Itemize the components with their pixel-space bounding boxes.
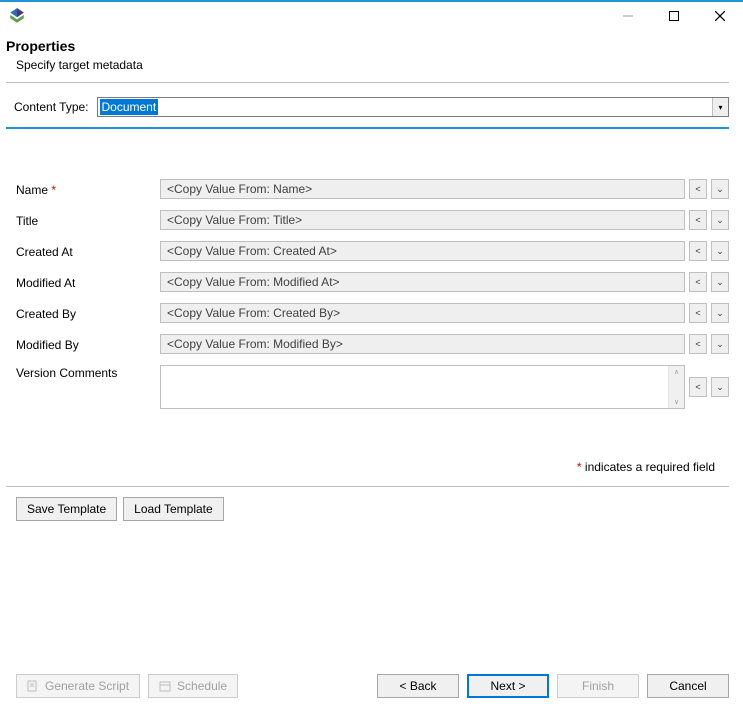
field-row: Created By <Copy Value From: Created By>… xyxy=(16,303,729,323)
dropdown-button[interactable]: ⌄ xyxy=(711,377,729,397)
field-value-input[interactable]: <Copy Value From: Modified At> xyxy=(160,272,685,292)
page-subtitle: Specify target metadata xyxy=(6,58,729,82)
field-row: Created At <Copy Value From: Created At>… xyxy=(16,241,729,261)
back-button[interactable]: < Back xyxy=(377,674,459,698)
divider xyxy=(6,486,729,487)
dropdown-button[interactable]: ⌄ xyxy=(711,272,729,292)
generate-script-button: Generate Script xyxy=(16,674,140,698)
calendar-icon xyxy=(159,680,171,692)
field-label: Modified At xyxy=(16,275,156,290)
chevron-down-icon: ▾ xyxy=(712,98,728,116)
dropdown-button[interactable]: ⌄ xyxy=(711,241,729,261)
field-row: Modified By <Copy Value From: Modified B… xyxy=(16,334,729,354)
version-comments-textarea[interactable]: ∧∨ xyxy=(160,365,685,409)
content-type-label: Content Type: xyxy=(6,100,89,114)
required-field-note: * indicates a required field xyxy=(6,420,729,474)
field-label: Title xyxy=(16,213,156,228)
close-button[interactable] xyxy=(697,2,743,30)
app-icon xyxy=(8,7,26,25)
field-value-input[interactable]: <Copy Value From: Modified By> xyxy=(160,334,685,354)
content-type-selected-value: Document xyxy=(100,99,159,115)
cancel-button[interactable]: Cancel xyxy=(647,674,729,698)
field-row: Name * <Copy Value From: Name><⌄ xyxy=(16,179,729,199)
field-label: Created At xyxy=(16,244,156,259)
maximize-button[interactable] xyxy=(651,2,697,30)
dropdown-button[interactable]: ⌄ xyxy=(711,179,729,199)
assign-button[interactable]: < xyxy=(689,334,707,354)
save-template-button[interactable]: Save Template xyxy=(16,497,117,521)
assign-button[interactable]: < xyxy=(689,303,707,323)
title-bar xyxy=(0,0,743,30)
field-row: Version Comments ∧∨<⌄ xyxy=(16,365,729,409)
page-title: Properties xyxy=(6,36,729,58)
content-type-select[interactable]: Document ▾ xyxy=(97,97,730,117)
assign-button[interactable]: < xyxy=(689,210,707,230)
divider xyxy=(6,82,729,83)
schedule-button: Schedule xyxy=(148,674,238,698)
wizard-nav: Generate Script Schedule < Back Next > F… xyxy=(0,674,743,698)
field-label: Version Comments xyxy=(16,365,156,380)
field-label: Name * xyxy=(16,182,156,197)
scrollbar[interactable]: ∧∨ xyxy=(668,366,684,408)
script-icon xyxy=(27,680,39,692)
field-label: Created By xyxy=(16,306,156,321)
assign-button[interactable]: < xyxy=(689,179,707,199)
dropdown-button[interactable]: ⌄ xyxy=(711,334,729,354)
load-template-button[interactable]: Load Template xyxy=(123,497,224,521)
assign-button[interactable]: < xyxy=(689,377,707,397)
field-value-input[interactable]: <Copy Value From: Title> xyxy=(160,210,685,230)
dropdown-button[interactable]: ⌄ xyxy=(711,303,729,323)
assign-button[interactable]: < xyxy=(689,272,707,292)
field-value-input[interactable]: <Copy Value From: Created By> xyxy=(160,303,685,323)
schedule-label: Schedule xyxy=(177,679,227,693)
field-row: Modified At <Copy Value From: Modified A… xyxy=(16,272,729,292)
field-value-input[interactable]: <Copy Value From: Name> xyxy=(160,179,685,199)
generate-script-label: Generate Script xyxy=(45,679,129,693)
next-button[interactable]: Next > xyxy=(467,674,549,698)
dropdown-button[interactable]: ⌄ xyxy=(711,210,729,230)
assign-button[interactable]: < xyxy=(689,241,707,261)
field-row: Title <Copy Value From: Title><⌄ xyxy=(16,210,729,230)
minimize-button[interactable] xyxy=(605,2,651,30)
accent-underline xyxy=(6,127,729,129)
finish-button: Finish xyxy=(557,674,639,698)
required-star: * xyxy=(51,183,56,197)
field-value-input[interactable]: <Copy Value From: Created At> xyxy=(160,241,685,261)
field-label: Modified By xyxy=(16,337,156,352)
